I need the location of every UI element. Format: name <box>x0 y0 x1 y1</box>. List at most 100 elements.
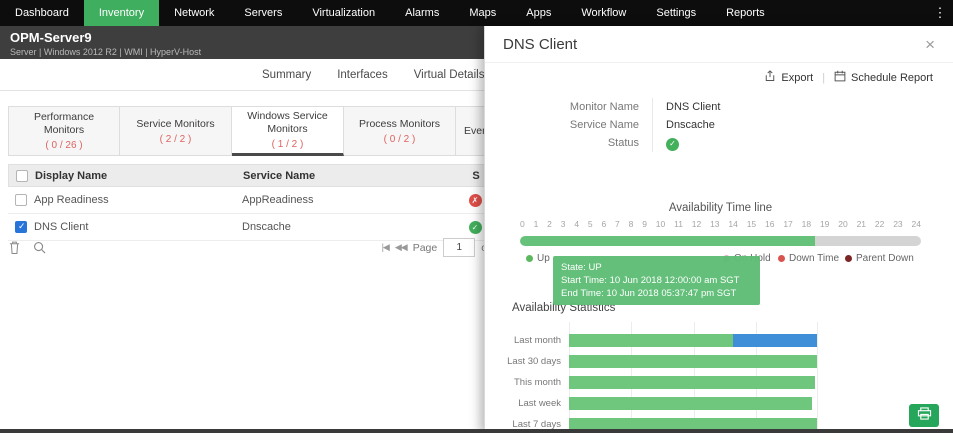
nav-item-settings[interactable]: Settings <box>641 0 711 26</box>
mtab-label: Performance Monitors <box>33 111 95 137</box>
timeline-tick: 9 <box>642 219 647 229</box>
print-report-button[interactable] <box>909 404 939 427</box>
timeline-tick: 7 <box>615 219 620 229</box>
select-all-checkbox[interactable] <box>16 169 28 182</box>
timeline-tick: 17 <box>783 219 793 229</box>
nav-item-apps[interactable]: Apps <box>511 0 566 26</box>
monitor-name-value: DNS Client <box>666 101 721 113</box>
export-label: Export <box>781 71 814 84</box>
timeline-tick: 14 <box>728 219 738 229</box>
service-name-value: Dnscache <box>666 119 715 131</box>
top-nav: Dashboard Inventory Network Servers Virt… <box>0 0 953 26</box>
first-page-icon[interactable]: |◀ <box>382 242 390 253</box>
nav-item-servers[interactable]: Servers <box>229 0 297 26</box>
timeline-tick: 3 <box>560 219 566 229</box>
timeline-ticks: 0 1 2 3 4 5 6 7 8 9 10 11 12 13 14 15 16 17 18 19 20 21 22 23 24 <box>520 219 921 229</box>
schedule-report-button[interactable]: Schedule Report <box>834 70 933 85</box>
status-up-icon <box>666 137 679 151</box>
close-icon[interactable]: × <box>925 36 935 53</box>
availability-statistics-chart: Last month Last 30 days This month Last … <box>485 322 953 433</box>
delete-icon[interactable] <box>8 240 21 255</box>
panel-header: DNS Client × <box>485 26 953 63</box>
export-icon <box>764 70 776 85</box>
export-button[interactable]: Export <box>764 70 813 85</box>
nav-item-maps[interactable]: Maps <box>454 0 511 26</box>
table-row[interactable]: DNS Client Dnscache ✓ <box>8 214 490 241</box>
mtab-count: ( 0 / 26 ) <box>45 140 83 152</box>
timeline-tick: 19 <box>819 219 830 229</box>
bottom-bar <box>0 429 953 433</box>
col-header-service-name[interactable]: Service Name <box>243 170 461 182</box>
timeline-tick: 24 <box>911 219 921 229</box>
table-header-row: Display Name Service Name S <box>8 164 490 187</box>
chart-row: This month <box>485 372 817 393</box>
nav-item-workflow[interactable]: Workflow <box>566 0 641 26</box>
timeline-track[interactable] <box>520 236 921 246</box>
nav-item-alarms[interactable]: Alarms <box>390 0 454 26</box>
row-checkbox[interactable] <box>15 221 27 233</box>
nav-item-inventory[interactable]: Inventory <box>83 0 160 26</box>
parent-down-dot-icon <box>845 255 852 262</box>
mtab-windows-service-monitors[interactable]: Windows Service Monitors ( 1 / 2 ) <box>232 106 344 157</box>
timeline-tick: 11 <box>674 219 683 229</box>
cell-service-name: AppReadiness <box>242 194 314 206</box>
category-label: Last week <box>518 398 561 409</box>
up-dot-icon <box>526 255 533 262</box>
tooltip-start-time: Start Time: 10 Jun 2018 12:00:00 am SGT <box>561 275 740 286</box>
tab-interfaces[interactable]: Interfaces <box>337 69 388 81</box>
cell-display-name: App Readiness <box>34 194 109 206</box>
services-table: Display Name Service Name S App Readines… <box>8 164 490 241</box>
page-label: Page <box>412 241 438 254</box>
cell-service-name: Dnscache <box>242 221 291 233</box>
prev-page-icon[interactable]: ◀◀ <box>395 242 408 253</box>
stat-bar[interactable] <box>569 355 817 368</box>
timeline-tick: 2 <box>547 219 552 229</box>
stat-bar[interactable] <box>569 397 817 410</box>
timeline-tick: 1 <box>533 219 539 229</box>
legend-label: Down Time <box>789 253 840 264</box>
table-footer: |◀ ◀◀ Page of <box>8 238 490 257</box>
chart-row: Last week <box>485 393 817 414</box>
mtab-process-monitors[interactable]: Process Monitors ( 0 / 2 ) <box>344 106 456 157</box>
timeline-tick: 21 <box>856 219 867 229</box>
timeline-tick: 18 <box>801 219 812 229</box>
tab-virtual-details[interactable]: Virtual Details <box>414 69 485 81</box>
nav-item-dashboard[interactable]: Dashboard <box>0 0 84 26</box>
page-number-input[interactable] <box>443 238 476 257</box>
stat-bar[interactable] <box>569 334 817 347</box>
schedule-report-label: Schedule Report <box>851 71 933 84</box>
stat-bar[interactable] <box>569 376 817 389</box>
timeline-tick: 4 <box>574 219 580 229</box>
nav-item-network[interactable]: Network <box>159 0 229 26</box>
timeline-tick: 16 <box>765 219 775 229</box>
nav-item-virtualization[interactable]: Virtualization <box>297 0 390 26</box>
table-row[interactable]: App Readiness AppReadiness ✗ <box>8 187 490 214</box>
category-label: This month <box>514 377 561 388</box>
panel-title: DNS Client <box>503 35 578 53</box>
status-label: Status <box>607 137 639 149</box>
timeline-tick: 15 <box>746 219 757 229</box>
search-icon[interactable] <box>33 241 46 254</box>
timeline-tick: 13 <box>710 219 720 229</box>
mtab-performance-monitors[interactable]: Performance Monitors ( 0 / 26 ) <box>8 106 120 157</box>
kebab-menu-icon[interactable]: ⋮ <box>927 0 953 26</box>
category-label: Last 30 days <box>507 356 561 367</box>
dns-client-panel: DNS Client × Export | Schedule Report Mo… <box>484 26 953 433</box>
tooltip-end-time: End Time: 10 Jun 2018 05:37:47 pm SGT <box>561 288 737 299</box>
service-name-label: Service Name <box>569 119 639 131</box>
timeline-tick: 23 <box>893 219 903 229</box>
legend-item-parent-down: Parent Down <box>845 253 914 264</box>
row-checkbox[interactable] <box>15 194 27 206</box>
timeline-tick: 22 <box>874 219 885 229</box>
mtab-count: ( 0 / 2 ) <box>383 133 416 145</box>
mtab-service-monitors[interactable]: Service Monitors ( 2 / 2 ) <box>120 106 232 157</box>
timeline-up-segment[interactable] <box>520 236 815 246</box>
tab-summary[interactable]: Summary <box>262 69 311 81</box>
cell-display-name: DNS Client <box>34 221 89 233</box>
mtab-label: Windows Service Monitors <box>247 110 328 136</box>
col-header-display-name[interactable]: Display Name <box>35 170 243 182</box>
legend-label: Up <box>537 253 550 264</box>
printer-icon <box>917 406 932 425</box>
monitor-info: Monitor Name Service Name Status DNS Cli… <box>505 98 720 152</box>
nav-item-reports[interactable]: Reports <box>711 0 780 26</box>
